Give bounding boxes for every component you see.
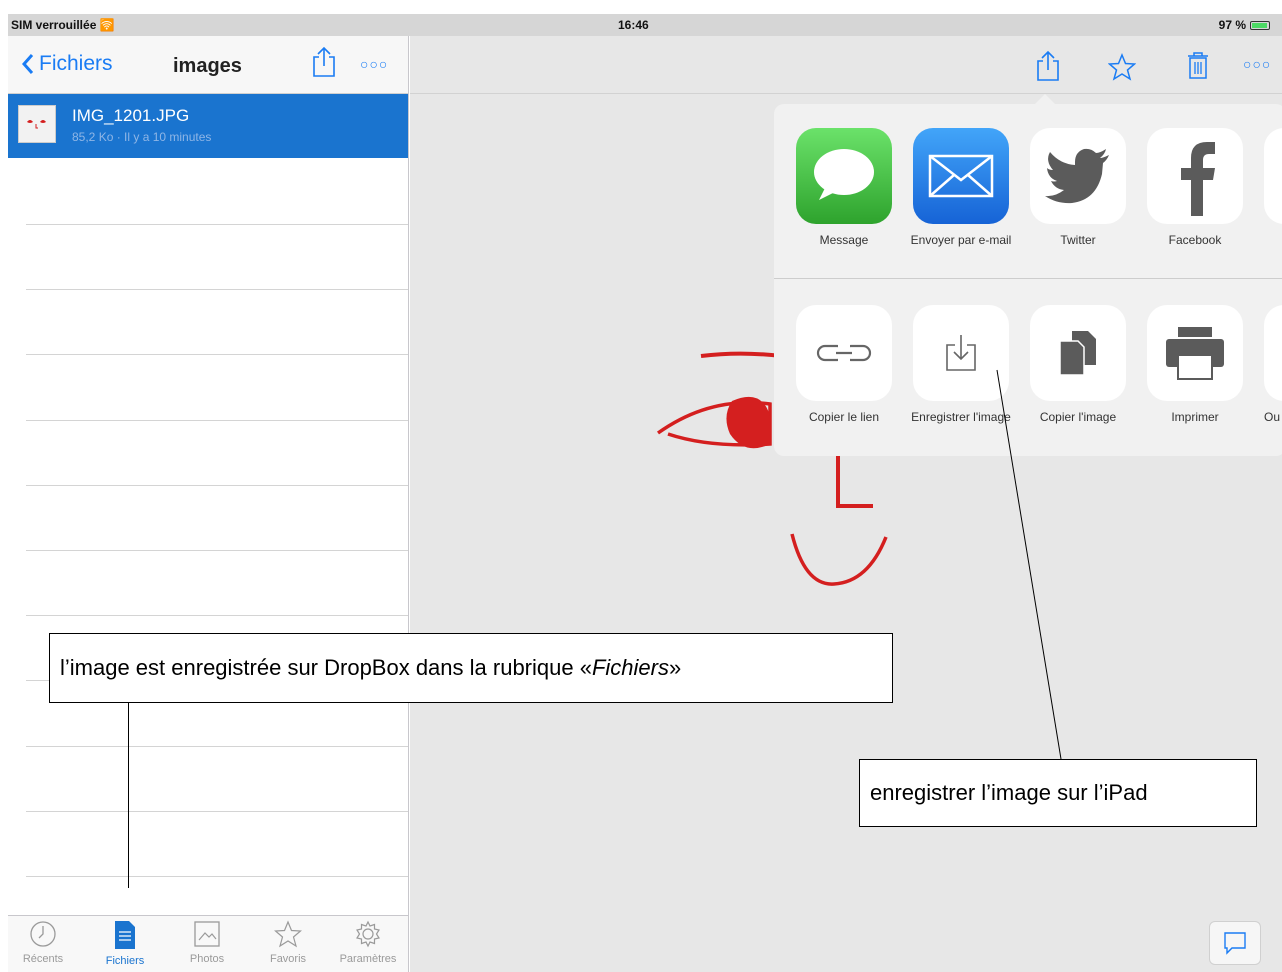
annotation-text: » bbox=[668, 655, 682, 680]
annotation-text: l’image est enregistrée sur DropBox dans… bbox=[60, 655, 592, 680]
annotation-text: enregistrer l’image sur l’iPad bbox=[870, 780, 1148, 805]
annotation-files-note: l’image est enregistrée sur DropBox dans… bbox=[49, 633, 893, 703]
annotation-ipad-note: enregistrer l’image sur l’iPad bbox=[859, 759, 1257, 827]
annotation-emphasis: Fichiers bbox=[591, 655, 669, 680]
